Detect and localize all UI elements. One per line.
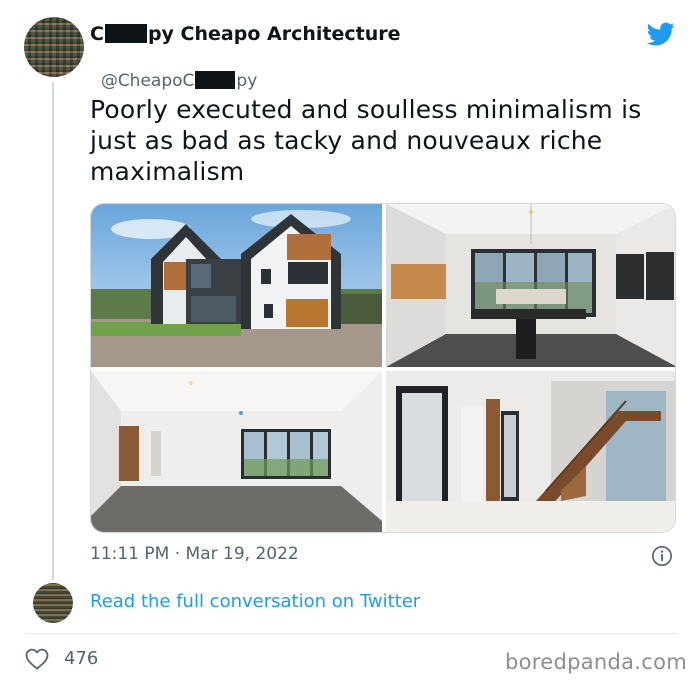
watermark: boredpanda.com: [505, 650, 688, 674]
photo-kitchen[interactable]: [386, 204, 676, 367]
tweet-text-line: maximalism: [90, 157, 245, 186]
photo-hallway-staircase[interactable]: [386, 371, 676, 533]
tweet-text-line: Poorly executed and soulless minimalism …: [90, 95, 642, 124]
photo-exterior-house[interactable]: [91, 204, 382, 367]
author-name-start: C: [90, 23, 104, 45]
like-count[interactable]: 476: [64, 648, 98, 669]
author-name[interactable]: Cpy Cheapo Architecture: [90, 23, 400, 47]
info-icon[interactable]: [651, 545, 673, 567]
thread-line: [52, 82, 54, 580]
author-name-end: py Cheapo Architecture: [147, 23, 401, 45]
tweet-timestamp[interactable]: 11:11 PM · Mar 19, 2022: [90, 544, 299, 564]
handle-end: py: [236, 71, 258, 91]
handle-start: @CheapoC: [100, 71, 195, 91]
media-grid: [90, 203, 676, 533]
read-conversation-link[interactable]: Read the full conversation on Twitter: [90, 591, 420, 612]
tweet-text-line: just as bad as tacky and nouveaux riche: [90, 126, 603, 155]
heart-icon[interactable]: [25, 648, 49, 670]
author-handle[interactable]: @CheapoC py: [90, 51, 257, 91]
tweet-text: Poorly executed and soulless minimalism …: [90, 94, 680, 187]
author-avatar-small[interactable]: [33, 583, 73, 623]
redaction-bar: [195, 71, 236, 89]
twitter-bird-icon[interactable]: [645, 20, 677, 48]
divider: [25, 633, 677, 634]
author-avatar[interactable]: [24, 17, 84, 77]
redaction-bar: [104, 24, 147, 43]
photo-empty-living-room[interactable]: [91, 371, 382, 533]
